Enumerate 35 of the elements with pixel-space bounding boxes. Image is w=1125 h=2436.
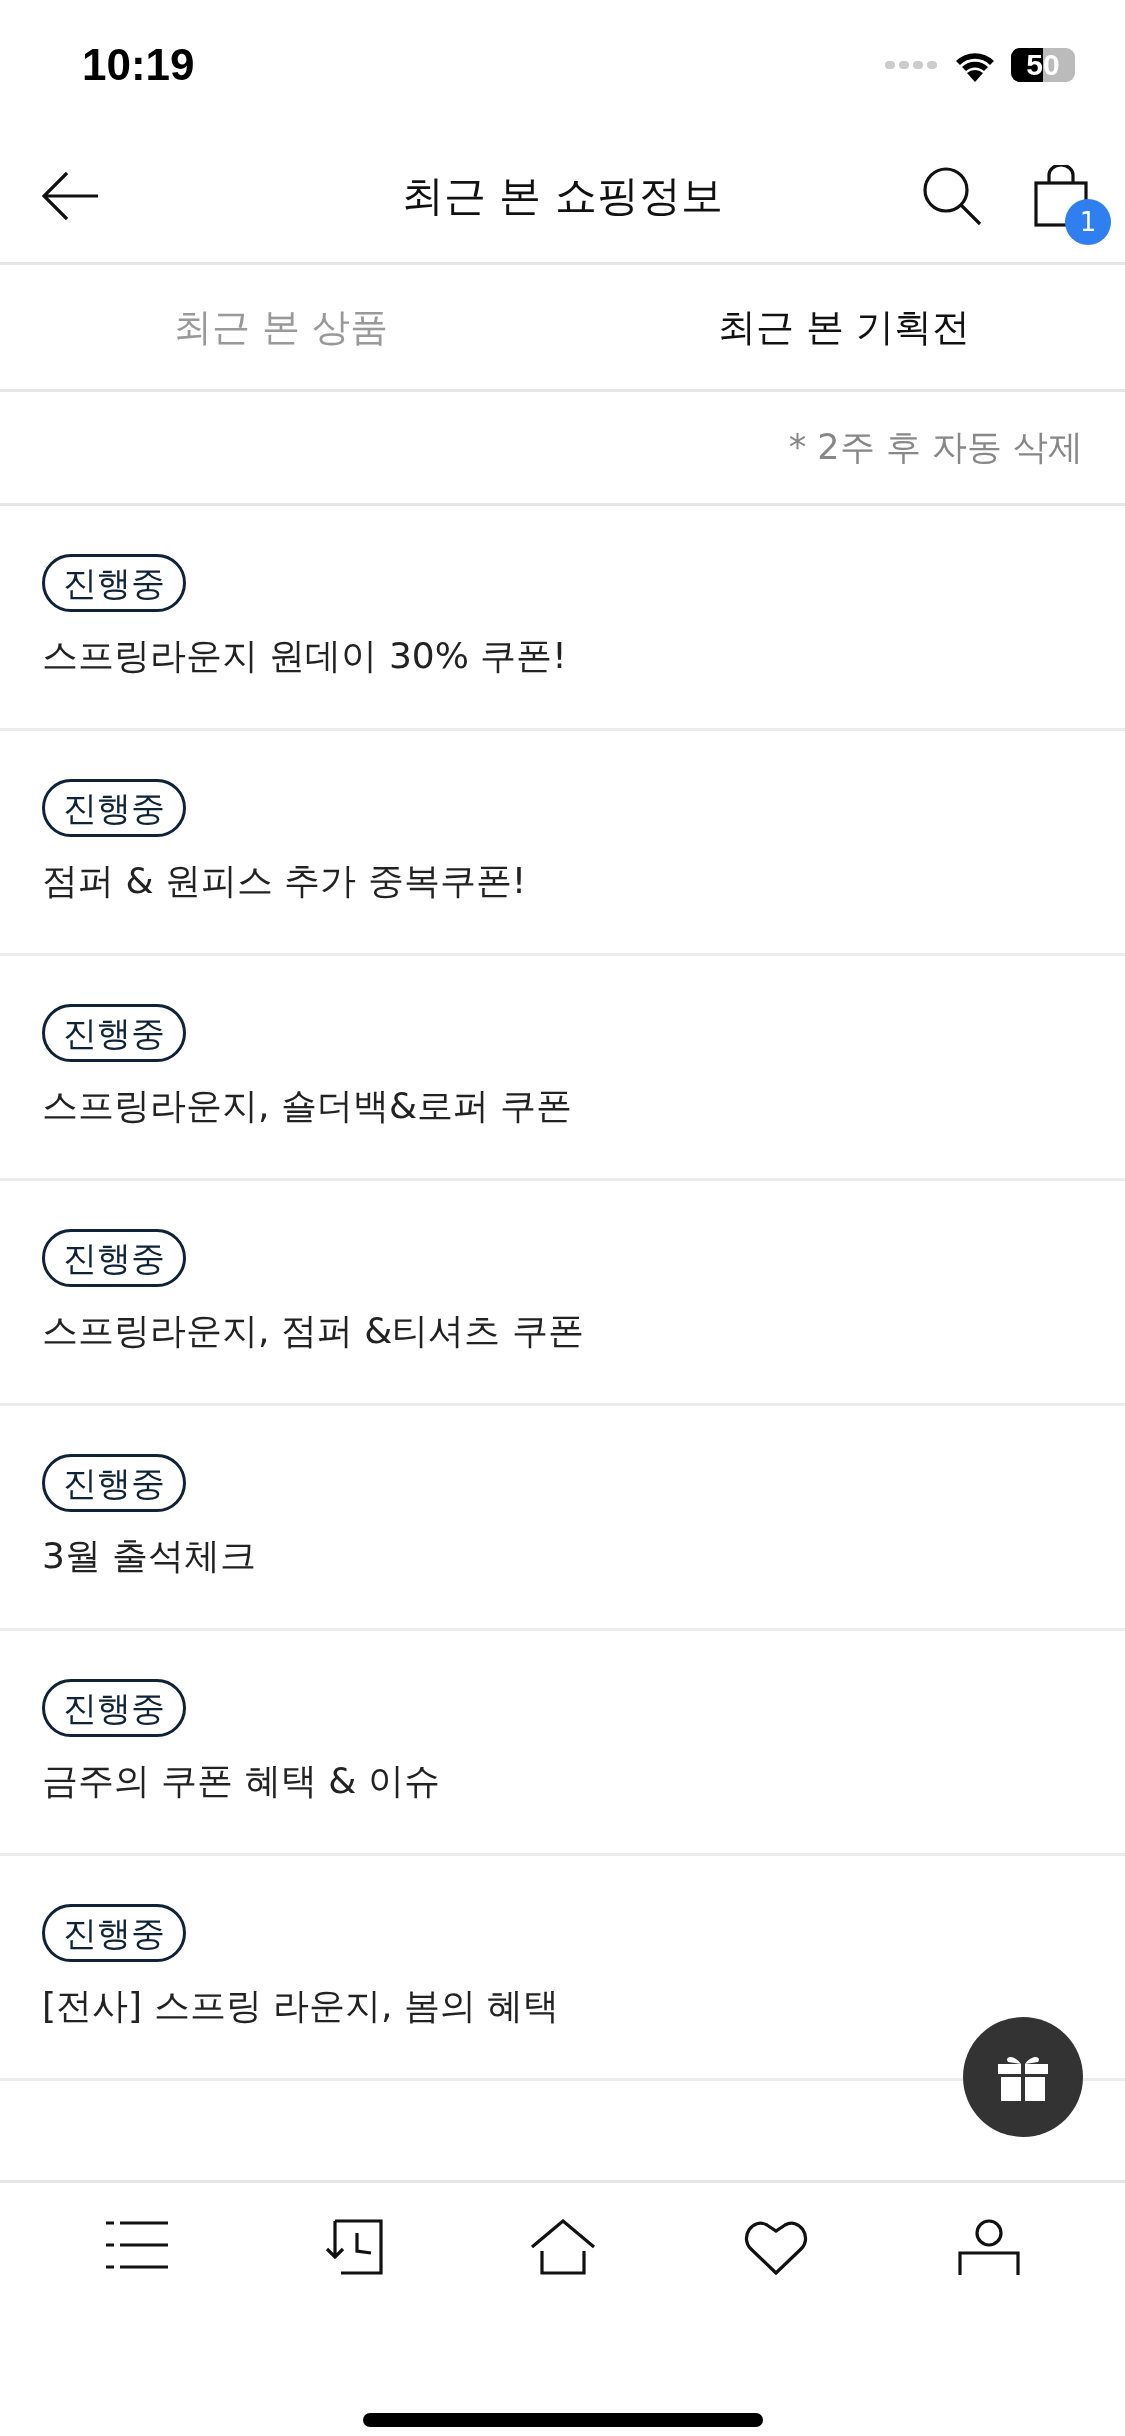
back-arrow-icon <box>42 171 100 221</box>
status-badge: 진행중 <box>42 1904 186 1962</box>
event-item[interactable]: 진행중 점퍼 & 원피스 추가 중복쿠폰! <box>0 731 1125 956</box>
search-button[interactable] <box>921 165 983 227</box>
person-icon[interactable] <box>955 2219 1022 2277</box>
event-item[interactable]: 진행중 금주의 쿠폰 혜택 & 이슈 <box>0 1631 1125 1856</box>
event-title: 금주의 쿠폰 혜택 & 이슈 <box>42 1759 440 1803</box>
event-title: [전사] 스프링 라운지, 봄의 혜택 <box>42 1984 560 2028</box>
status-badge: 진행중 <box>42 1229 186 1287</box>
signal-icon <box>885 59 939 71</box>
event-title: 3월 출석체크 <box>42 1534 257 1578</box>
event-title: 점퍼 & 원피스 추가 중복쿠폰! <box>42 859 527 903</box>
tab[interactable]: 최근 본 기획전 <box>562 265 1125 389</box>
auto-delete-note: * 2주 후 자동 삭제 <box>788 426 1083 469</box>
clock-time: 10:19 <box>82 40 195 90</box>
search-icon <box>921 165 983 227</box>
page-title: 최근 본 쇼핑정보 <box>402 170 723 222</box>
status-badge: 진행중 <box>42 779 186 837</box>
status-badge: 진행중 <box>42 1454 186 1512</box>
event-item[interactable]: 진행중 스프링라운지 원데이 30% 쿠폰! <box>0 506 1125 731</box>
status-badge: 진행중 <box>42 1679 186 1737</box>
event-item[interactable]: 진행중 스프링라운지, 숄더백&로퍼 쿠폰 <box>0 956 1125 1181</box>
battery-percent: 50 <box>1026 48 1060 82</box>
event-title: 스프링라운지, 점퍼 &티셔츠 쿠폰 <box>42 1309 584 1353</box>
event-item[interactable]: 진행중 3월 출석체크 <box>0 1406 1125 1631</box>
event-title: 스프링라운지, 숄더백&로퍼 쿠폰 <box>42 1084 573 1128</box>
status-badge: 진행중 <box>42 1004 186 1062</box>
event-title: 스프링라운지 원데이 30% 쿠폰! <box>42 634 567 678</box>
heart-icon[interactable] <box>742 2219 809 2277</box>
cart-button[interactable]: 1 <box>1033 165 1111 245</box>
back-button[interactable] <box>42 171 100 221</box>
cart-count-badge: 1 <box>1065 199 1111 245</box>
event-item[interactable]: 진행중 스프링라운지, 점퍼 &티셔츠 쿠폰 <box>0 1181 1125 1406</box>
status-badge: 진행중 <box>42 554 186 612</box>
home-icon[interactable] <box>529 2219 596 2277</box>
